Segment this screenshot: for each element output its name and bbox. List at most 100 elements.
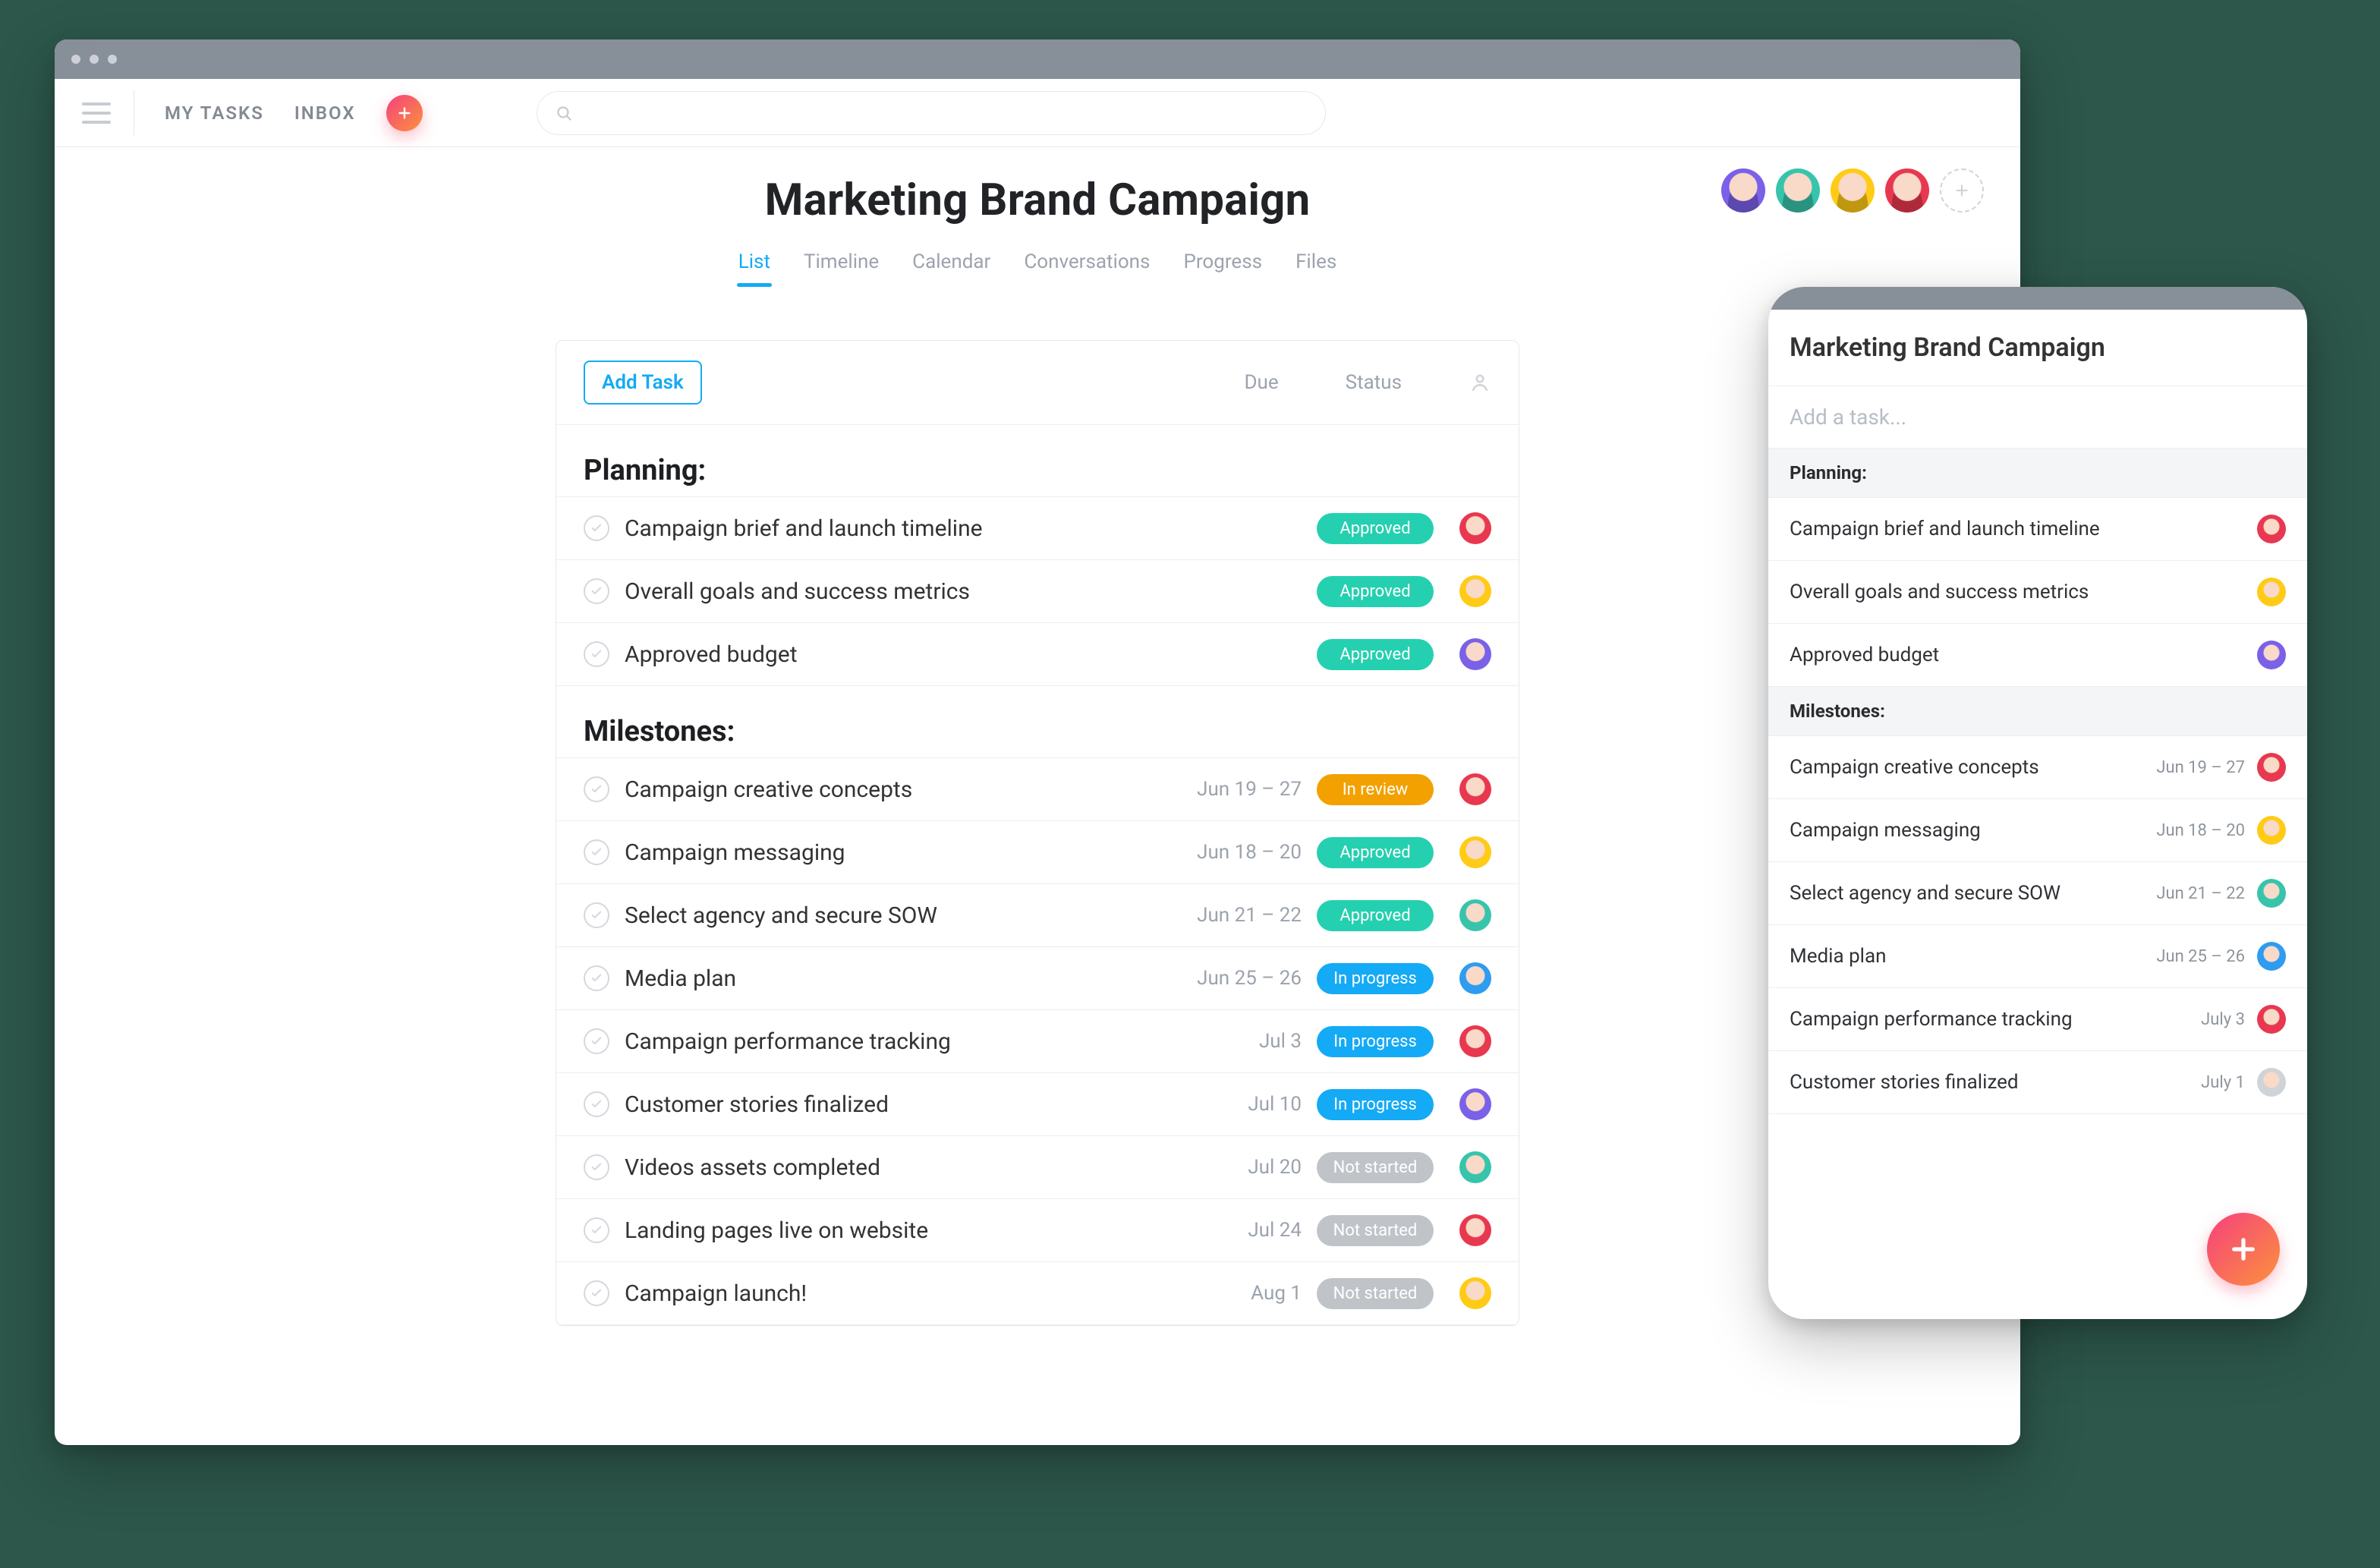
complete-checkbox[interactable] bbox=[584, 1028, 609, 1054]
mobile-task-row[interactable]: Media planJun 25 – 26 bbox=[1768, 925, 2307, 988]
assignee-avatar[interactable] bbox=[1459, 1277, 1491, 1309]
mobile-assignee-avatar[interactable] bbox=[2257, 753, 2286, 782]
nav-my-tasks[interactable]: MY TASKS bbox=[165, 102, 264, 124]
mobile-task-due: July 1 bbox=[2201, 1073, 2245, 1092]
mobile-task-row[interactable]: Campaign performance trackingJuly 3 bbox=[1768, 988, 2307, 1051]
status-badge: Not started bbox=[1317, 1278, 1434, 1309]
task-row[interactable]: Campaign messagingJun 18 – 20Approved bbox=[556, 821, 1519, 884]
mobile-task-row[interactable]: Customer stories finalizedJuly 1 bbox=[1768, 1051, 2307, 1114]
assignee-avatar[interactable] bbox=[1459, 899, 1491, 931]
mobile-assignee-avatar[interactable] bbox=[2257, 641, 2286, 669]
mobile-task-name: Select agency and secure SOW bbox=[1790, 882, 2144, 905]
complete-checkbox[interactable] bbox=[584, 839, 609, 865]
mobile-task-row[interactable]: Campaign brief and launch timeline bbox=[1768, 498, 2307, 561]
member-avatar[interactable] bbox=[1885, 168, 1929, 213]
complete-checkbox[interactable] bbox=[584, 515, 609, 541]
mobile-assignee-avatar[interactable] bbox=[2257, 578, 2286, 606]
complete-checkbox[interactable] bbox=[584, 1091, 609, 1117]
task-name: Customer stories finalized bbox=[625, 1091, 1127, 1118]
menu-icon[interactable] bbox=[82, 90, 134, 136]
project-title: Marketing Brand Campaign bbox=[82, 175, 1993, 226]
assignee-avatar[interactable] bbox=[1459, 1025, 1491, 1057]
mobile-assignee-avatar[interactable] bbox=[2257, 879, 2286, 908]
task-row[interactable]: Landing pages live on websiteJul 24Not s… bbox=[556, 1199, 1519, 1262]
status-badge: In review bbox=[1317, 774, 1434, 805]
mobile-assignee-avatar[interactable] bbox=[2257, 942, 2286, 971]
status-badge: Not started bbox=[1317, 1152, 1434, 1183]
task-list-header: Add Task Due Status bbox=[556, 341, 1519, 425]
mobile-assignee-avatar[interactable] bbox=[2257, 1068, 2286, 1097]
mobile-assignee-avatar[interactable] bbox=[2257, 816, 2286, 845]
mobile-task-row[interactable]: Overall goals and success metrics bbox=[1768, 561, 2307, 624]
plus-icon bbox=[2227, 1233, 2259, 1265]
assignee-avatar[interactable] bbox=[1459, 836, 1491, 868]
mobile-task-row[interactable]: Campaign creative conceptsJun 19 – 27 bbox=[1768, 736, 2307, 799]
task-row[interactable]: Approved budgetApproved bbox=[556, 623, 1519, 686]
task-name: Campaign creative concepts bbox=[625, 776, 1127, 803]
window-dot-icon bbox=[90, 55, 99, 64]
project-tabs: List Timeline Calendar Conversations Progres… bbox=[82, 243, 1993, 281]
complete-checkbox[interactable] bbox=[584, 578, 609, 604]
assignee-avatar[interactable] bbox=[1459, 962, 1491, 994]
member-avatar[interactable] bbox=[1776, 168, 1820, 213]
mobile-assignee-avatar[interactable] bbox=[2257, 1005, 2286, 1034]
assignee-avatar[interactable] bbox=[1459, 1214, 1491, 1246]
add-task-button[interactable]: Add Task bbox=[584, 361, 702, 405]
task-row[interactable]: Campaign performance trackingJul 3In pro… bbox=[556, 1010, 1519, 1073]
complete-checkbox[interactable] bbox=[584, 641, 609, 667]
mobile-section-heading: Milestones: bbox=[1768, 687, 2307, 736]
plus-icon bbox=[1952, 181, 1972, 200]
task-row[interactable]: Videos assets completedJul 20Not started bbox=[556, 1136, 1519, 1199]
assignee-avatar[interactable] bbox=[1459, 512, 1491, 544]
assignee-avatar[interactable] bbox=[1459, 1088, 1491, 1120]
task-row[interactable]: Select agency and secure SOWJun 21 – 22A… bbox=[556, 884, 1519, 947]
task-row[interactable]: Media planJun 25 – 26In progress bbox=[556, 947, 1519, 1010]
mobile-task-row[interactable]: Campaign messagingJun 18 – 20 bbox=[1768, 799, 2307, 862]
add-member-button[interactable] bbox=[1940, 168, 1984, 213]
mobile-task-row[interactable]: Select agency and secure SOW Jun 21 – 22 bbox=[1768, 862, 2307, 925]
search-icon bbox=[554, 103, 574, 123]
mobile-assignee-avatar[interactable] bbox=[2257, 515, 2286, 543]
window-dot-icon bbox=[71, 55, 80, 64]
tab-timeline[interactable]: Timeline bbox=[802, 243, 880, 281]
member-avatar[interactable] bbox=[1831, 168, 1875, 213]
tab-progress[interactable]: Progress bbox=[1182, 243, 1264, 281]
status-badge: Approved bbox=[1317, 639, 1434, 670]
search-input[interactable] bbox=[537, 91, 1326, 135]
status-badge: In progress bbox=[1317, 1026, 1434, 1057]
task-row[interactable]: Overall goals and success metricsApprove… bbox=[556, 560, 1519, 623]
mobile-task-row[interactable]: Approved budget bbox=[1768, 624, 2307, 687]
task-due: Jun 19 – 27 bbox=[1142, 778, 1302, 801]
task-row[interactable]: Campaign launch!Aug 1Not started bbox=[556, 1262, 1519, 1325]
complete-checkbox[interactable] bbox=[584, 1280, 609, 1306]
task-due: Jul 24 bbox=[1142, 1219, 1302, 1242]
complete-checkbox[interactable] bbox=[584, 1217, 609, 1243]
top-nav: MY TASKS INBOX bbox=[55, 79, 2020, 147]
section-heading: Planning: bbox=[556, 425, 1519, 496]
nav-inbox[interactable]: INBOX bbox=[294, 102, 356, 124]
member-avatar[interactable] bbox=[1721, 168, 1765, 213]
assignee-avatar[interactable] bbox=[1459, 575, 1491, 607]
mobile-add-task-input[interactable]: Add a task... bbox=[1768, 386, 2307, 449]
complete-checkbox[interactable] bbox=[584, 1154, 609, 1180]
tab-conversations[interactable]: Conversations bbox=[1022, 243, 1151, 281]
assignee-avatar[interactable] bbox=[1459, 773, 1491, 805]
task-row[interactable]: Customer stories finalizedJul 10In progr… bbox=[556, 1073, 1519, 1136]
complete-checkbox[interactable] bbox=[584, 902, 609, 928]
mobile-task-due: Jun 21 – 22 bbox=[2156, 884, 2245, 903]
tab-files[interactable]: Files bbox=[1294, 243, 1338, 281]
task-name: Campaign brief and launch timeline bbox=[625, 515, 1127, 542]
tab-calendar[interactable]: Calendar bbox=[911, 243, 992, 281]
task-row[interactable]: Campaign creative concepts Jun 19 – 27 In … bbox=[556, 758, 1519, 821]
quick-add-button[interactable] bbox=[386, 95, 423, 131]
mobile-task-due: Jun 25 – 26 bbox=[2156, 947, 2245, 966]
column-status-label: Status bbox=[1346, 371, 1402, 394]
mobile-add-button[interactable] bbox=[2207, 1213, 2280, 1286]
tab-list[interactable]: List bbox=[737, 243, 772, 281]
app-window: MY TASKS INBOX Marketing Brand Campaign … bbox=[55, 39, 2020, 1445]
assignee-avatar[interactable] bbox=[1459, 638, 1491, 670]
complete-checkbox[interactable] bbox=[584, 965, 609, 991]
task-row[interactable]: Campaign brief and launch timelineApprov… bbox=[556, 497, 1519, 560]
assignee-avatar[interactable] bbox=[1459, 1151, 1491, 1183]
complete-checkbox[interactable] bbox=[584, 776, 609, 802]
